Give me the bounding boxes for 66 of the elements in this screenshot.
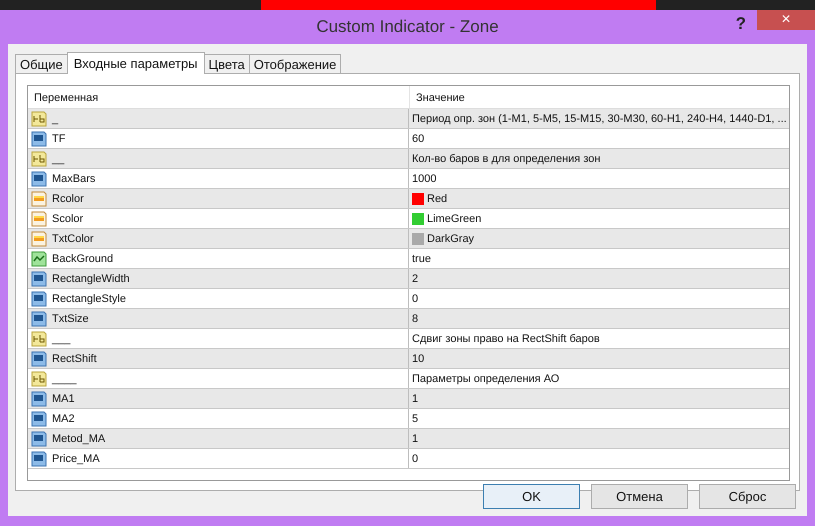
parameter-value[interactable]: true — [412, 252, 431, 264]
parameter-name: MA2 — [52, 412, 75, 424]
parameter-value[interactable]: Red — [427, 192, 448, 204]
tab[interactable]: Отображение — [248, 54, 342, 73]
palette-type-icon — [31, 190, 47, 206]
number-type-icon — [31, 310, 47, 326]
parameter-value[interactable]: 0 — [412, 452, 418, 464]
palette-type-icon — [31, 230, 47, 246]
parameter-name: MA1 — [52, 392, 75, 404]
parameter-name: Scolor — [52, 212, 84, 224]
column-header[interactable]: Значение — [410, 86, 471, 108]
number-type-icon — [31, 290, 47, 306]
close-button[interactable]: × — [757, 10, 815, 30]
parameter-name: ___ — [52, 332, 70, 344]
parameter-value[interactable]: Кол-во баров в для определения зон — [412, 152, 600, 164]
parameter-value[interactable]: Параметры определения АО — [412, 372, 560, 384]
parameter-value[interactable]: 1 — [412, 432, 418, 444]
text-type-icon — [31, 110, 47, 126]
parameter-value[interactable]: 0 — [412, 292, 418, 304]
column-header[interactable]: Переменная — [28, 86, 410, 108]
parameter-value[interactable]: 1000 — [412, 172, 436, 184]
palette-type-icon — [31, 210, 47, 226]
window-title: Custom Indicator - Zone — [316, 17, 499, 37]
text-type-icon — [31, 370, 47, 386]
parameter-value[interactable]: Сдвиг зоны право на RectShift баров — [412, 332, 600, 344]
number-type-icon — [31, 390, 47, 406]
tab[interactable]: Цвета — [204, 54, 250, 73]
parameter-name: TF — [52, 132, 66, 144]
parameter-name: Metod_MA — [52, 432, 106, 444]
tab[interactable]: Общие — [15, 54, 68, 73]
help-button[interactable]: ? — [736, 14, 746, 34]
toggle-type-icon — [31, 250, 47, 266]
parameter-value[interactable]: 10 — [412, 352, 424, 364]
tab[interactable]: Входные параметры — [66, 52, 205, 74]
parameter-name: Rcolor — [52, 192, 84, 204]
parameter-value[interactable]: 2 — [412, 272, 418, 284]
parameter-name: BackGround — [52, 252, 114, 264]
dialog-button[interactable]: OK — [483, 484, 580, 509]
parameter-value[interactable]: Период опр. зон (1-M1, 5-M5, 15-M15, 30-M30, 60-H1, 240-H4, 1440-D1, ... — [412, 112, 787, 124]
parameter-value[interactable]: 1 — [412, 392, 418, 404]
parameter-name: RectShift — [52, 352, 97, 364]
parameter-name: ____ — [52, 372, 76, 384]
parameter-name: MaxBars — [52, 172, 96, 184]
parameter-name: Price_MA — [52, 452, 100, 464]
parameter-name: RectangleWidth — [52, 272, 130, 284]
number-type-icon — [31, 350, 47, 366]
number-type-icon — [31, 130, 47, 146]
parameter-name: RectangleStyle — [52, 292, 126, 304]
dialog-button[interactable]: Сброс — [699, 484, 796, 509]
dialog-button[interactable]: Отмена — [591, 484, 688, 509]
parameter-value[interactable]: DarkGray — [427, 232, 474, 244]
text-type-icon — [31, 330, 47, 346]
number-type-icon — [31, 170, 47, 186]
parameter-name: __ — [52, 152, 64, 164]
parameter-name: TxtSize — [52, 312, 89, 324]
parameter-value[interactable]: LimeGreen — [427, 212, 482, 224]
parameter-value[interactable]: 5 — [412, 412, 418, 424]
text-type-icon — [31, 150, 47, 166]
number-type-icon — [31, 430, 47, 446]
number-type-icon — [31, 450, 47, 466]
parameter-value[interactable]: 60 — [412, 132, 424, 144]
number-type-icon — [31, 410, 47, 426]
parameter-name: _ — [52, 112, 58, 124]
parameter-value[interactable]: 8 — [412, 312, 418, 324]
parameter-name: TxtColor — [52, 232, 94, 244]
number-type-icon — [31, 270, 47, 286]
